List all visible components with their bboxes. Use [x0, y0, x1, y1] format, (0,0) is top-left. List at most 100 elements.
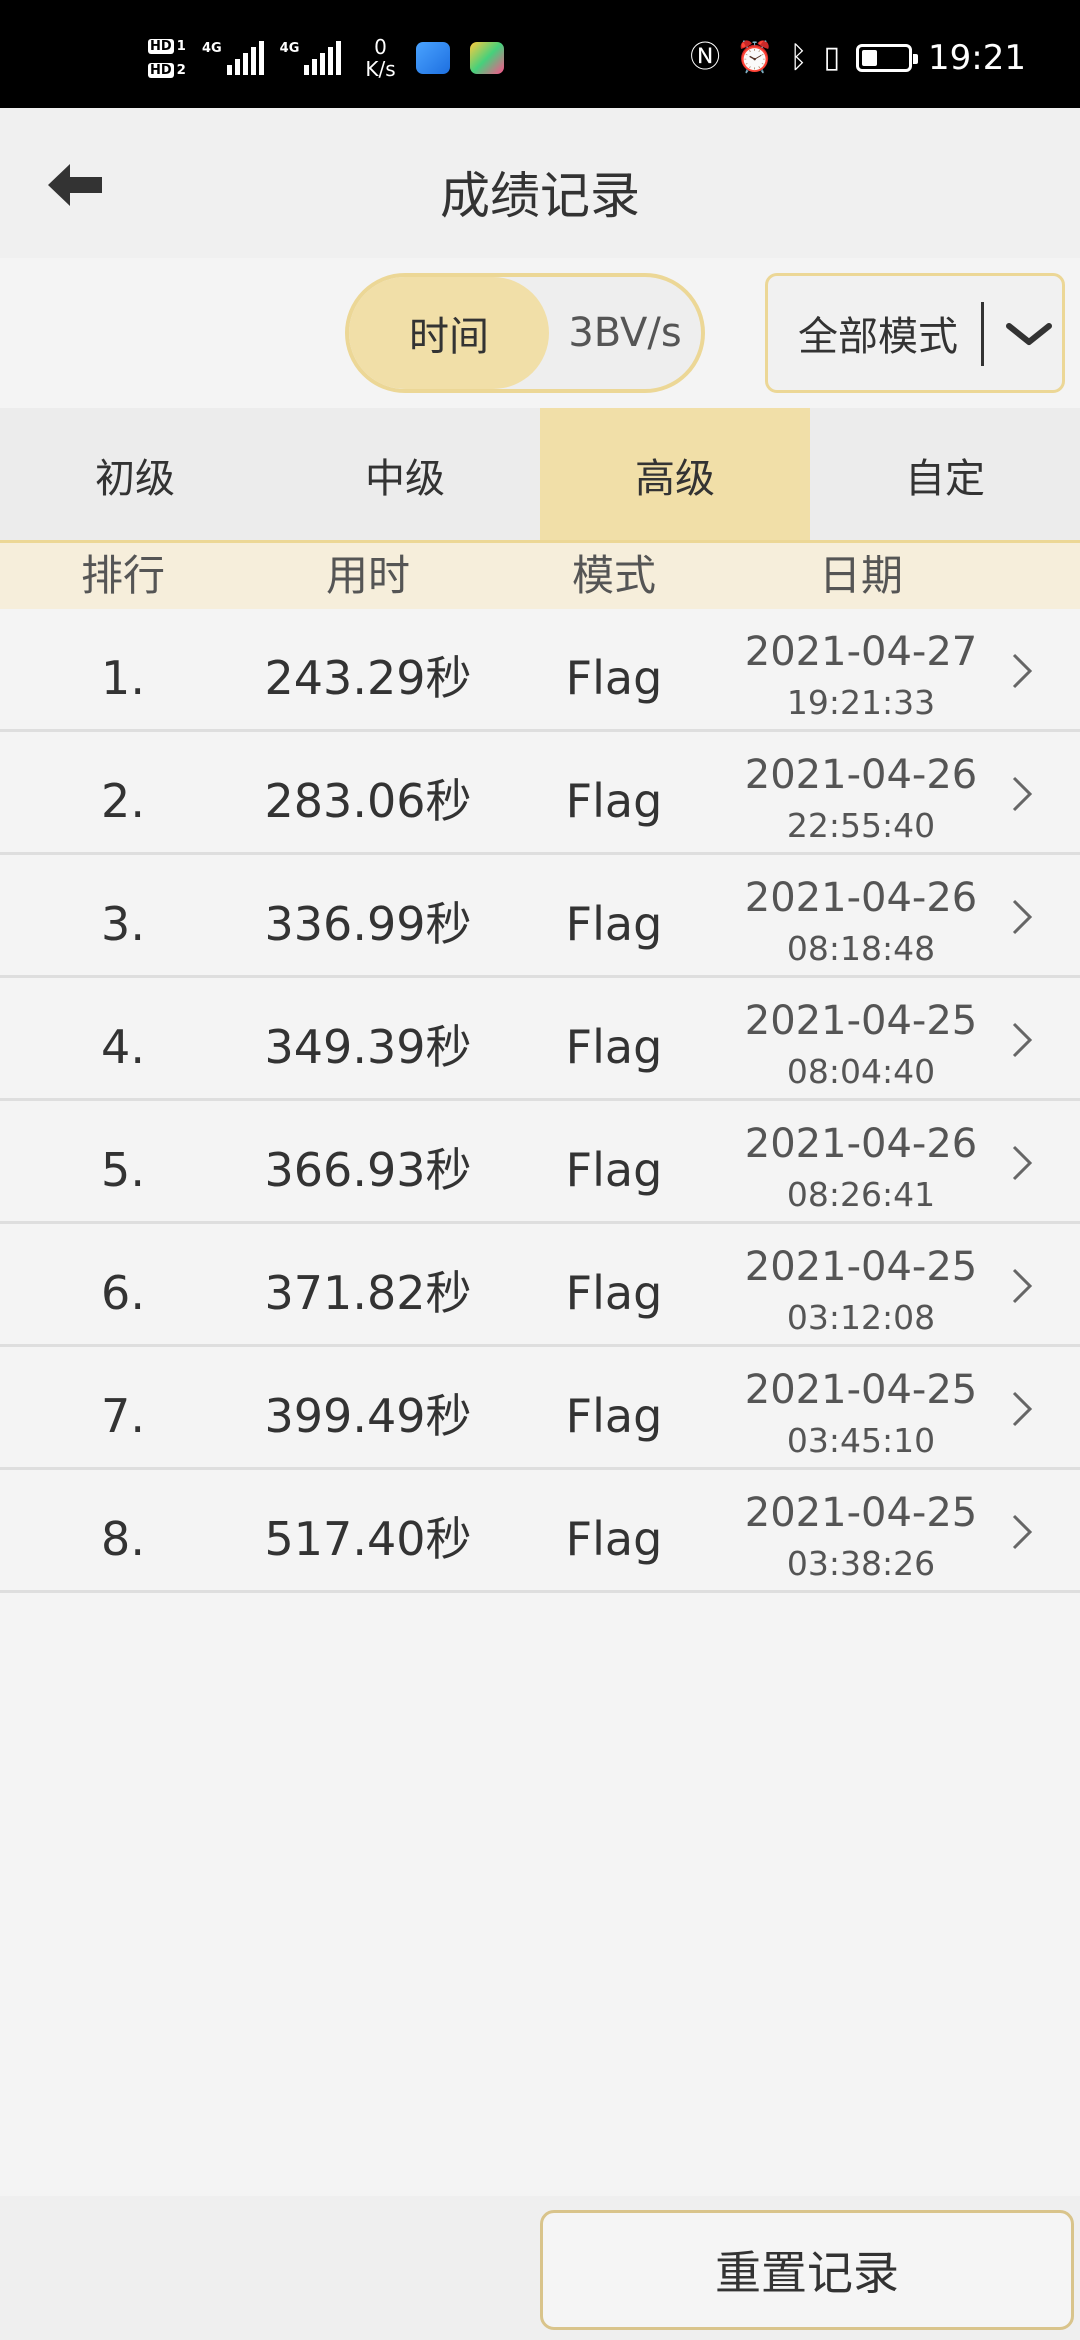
network-speed-unit: K/s — [365, 57, 396, 81]
row-mode: Flag — [565, 774, 663, 828]
row-clock: 03:12:08 — [786, 1298, 936, 1337]
row-time: 366.93秒 — [264, 1143, 472, 1197]
mode-select[interactable]: 全部模式 — [765, 273, 1065, 393]
bluetooth-icon: ᛒ — [789, 40, 808, 75]
records-list: 1. 243.29秒 Flag 2021-04-27 19:21:33 2. 2… — [0, 609, 1080, 1593]
page-title: 成绩记录 — [440, 167, 640, 225]
mode-select-value: 全部模式 — [798, 314, 958, 360]
tab-beginner[interactable]: 初级 — [0, 408, 270, 542]
row-clock: 19:21:33 — [786, 683, 936, 722]
row-date: 2021-04-26 — [744, 875, 978, 921]
row-clock: 08:18:48 — [786, 929, 936, 968]
row-date: 2021-04-25 — [744, 1244, 978, 1290]
row-rank: 6. — [101, 1266, 145, 1320]
network-speed-value: 0 — [374, 35, 387, 59]
battery-icon — [856, 44, 919, 72]
chevron-down-icon — [1006, 323, 1052, 345]
chevron-right-icon — [1012, 1514, 1033, 1550]
row-rank: 7. — [101, 1389, 145, 1443]
table-row[interactable]: 8. 517.40秒 Flag 2021-04-25 03:38:26 — [0, 1470, 1080, 1593]
row-rank: 2. — [101, 774, 145, 828]
alarm-icon: ⏰ — [736, 40, 774, 75]
row-mode: Flag — [565, 1143, 663, 1197]
row-mode: Flag — [565, 1512, 663, 1566]
row-date: 2021-04-25 — [744, 1367, 978, 1413]
row-date: 2021-04-25 — [744, 998, 978, 1044]
bottom-bar: 重置记录 — [0, 2196, 1080, 2340]
chevron-right-icon — [1012, 776, 1033, 812]
table-row[interactable]: 7. 399.49秒 Flag 2021-04-25 03:45:10 — [0, 1347, 1080, 1470]
row-mode: Flag — [565, 651, 663, 705]
tab-intermediate[interactable]: 中级 — [270, 408, 540, 542]
row-time: 371.82秒 — [264, 1266, 472, 1320]
mode-select-divider — [981, 302, 984, 366]
sim2-label: 4G — [279, 41, 300, 56]
row-time: 349.39秒 — [264, 1020, 472, 1074]
chevron-right-icon — [1012, 1145, 1033, 1181]
row-mode: Flag — [565, 1266, 663, 1320]
chevron-right-icon — [1012, 653, 1033, 689]
row-date: 2021-04-25 — [744, 1490, 978, 1536]
hd-indicators: HD 1 HD 2 — [148, 36, 186, 80]
row-clock: 08:26:41 — [786, 1175, 936, 1214]
hd1-indicator: HD 1 — [148, 39, 186, 54]
row-clock: 03:38:26 — [786, 1544, 936, 1583]
row-time: 399.49秒 — [264, 1389, 472, 1443]
table-row[interactable]: 2. 283.06秒 Flag 2021-04-26 22:55:40 — [0, 732, 1080, 855]
row-date: 2021-04-26 — [744, 1121, 978, 1167]
sim1-label: 4G — [201, 41, 222, 56]
row-rank: 4. — [101, 1020, 145, 1074]
vibrate-icon: ▯ — [823, 40, 841, 75]
reset-records-button[interactable]: 重置记录 — [540, 2210, 1074, 2330]
column-header-date: 日期 — [818, 551, 904, 600]
battery-level — [862, 50, 878, 66]
row-mode: Flag — [565, 1020, 663, 1074]
row-time: 283.06秒 — [264, 774, 472, 828]
network-speed: 0 K/s — [365, 36, 395, 80]
column-header-time: 用时 — [325, 551, 411, 600]
app-header: 成绩记录 — [0, 108, 1080, 258]
row-mode: Flag — [565, 1389, 663, 1443]
filter-controls: 时间 3BV/s 全部模式 — [0, 258, 1080, 408]
difficulty-tabs: 初级 中级 高级 自定 — [0, 408, 1080, 542]
table-header: 排行 用时 模式 日期 — [0, 543, 1080, 609]
table-row[interactable]: 5. 366.93秒 Flag 2021-04-26 08:26:41 — [0, 1101, 1080, 1224]
hd2-indicator: HD 2 — [148, 63, 186, 78]
row-time: 336.99秒 — [264, 897, 472, 951]
row-clock: 03:45:10 — [786, 1421, 936, 1460]
chevron-right-icon — [1012, 1391, 1033, 1427]
signal-strength-icon: 4G — [280, 41, 342, 75]
row-date: 2021-04-27 — [744, 629, 978, 675]
column-header-mode: 模式 — [571, 551, 657, 600]
chevron-right-icon — [1012, 899, 1033, 935]
table-row[interactable]: 4. 349.39秒 Flag 2021-04-25 08:04:40 — [0, 978, 1080, 1101]
status-right: Ⓝ ⏰ ᛒ ▯ 19:21 — [690, 38, 1026, 78]
sort-toggle[interactable]: 时间 3BV/s — [345, 273, 705, 393]
sort-option-time[interactable]: 时间 — [349, 277, 549, 389]
status-time: 19:21 — [928, 38, 1026, 78]
table-row[interactable]: 3. 336.99秒 Flag 2021-04-26 08:18:48 — [0, 855, 1080, 978]
row-time: 517.40秒 — [264, 1512, 472, 1566]
row-rank: 5. — [101, 1143, 145, 1197]
wallet-app-icon — [415, 42, 450, 74]
gallery-app-icon — [469, 42, 504, 74]
sort-option-3bvs[interactable]: 3BV/s — [549, 277, 701, 389]
tab-custom[interactable]: 自定 — [810, 408, 1080, 542]
status-left: HD 1 HD 2 4G 4G 0 K/s — [148, 36, 504, 80]
row-clock: 08:04:40 — [786, 1052, 936, 1091]
row-rank: 1. — [101, 651, 145, 705]
chevron-right-icon — [1012, 1268, 1033, 1304]
row-mode: Flag — [565, 897, 663, 951]
tab-expert[interactable]: 高级 — [540, 408, 810, 542]
signal-strength-icon: 4G — [202, 41, 264, 75]
row-time: 243.29秒 — [264, 651, 472, 705]
row-rank: 8. — [101, 1512, 145, 1566]
row-rank: 3. — [101, 897, 145, 951]
status-bar: HD 1 HD 2 4G 4G 0 K/s Ⓝ ⏰ ᛒ ▯ 19:21 — [0, 0, 1080, 108]
row-clock: 22:55:40 — [786, 806, 936, 845]
table-row[interactable]: 6. 371.82秒 Flag 2021-04-25 03:12:08 — [0, 1224, 1080, 1347]
nfc-icon: Ⓝ — [690, 40, 721, 75]
chevron-right-icon — [1012, 1022, 1033, 1058]
row-date: 2021-04-26 — [744, 752, 978, 798]
table-row[interactable]: 1. 243.29秒 Flag 2021-04-27 19:21:33 — [0, 609, 1080, 732]
